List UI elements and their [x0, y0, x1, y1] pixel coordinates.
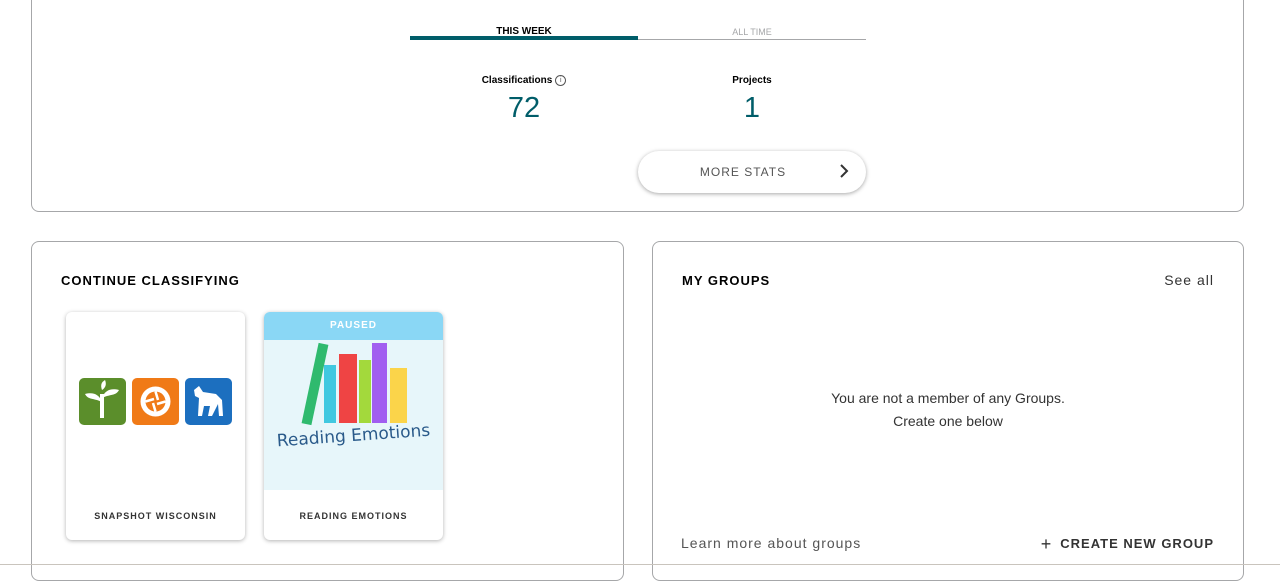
- see-all-link[interactable]: See all: [1164, 272, 1214, 288]
- classifications-label: Classifications: [481, 75, 553, 87]
- project-card-reading-emotions[interactable]: PAUSED Reading Emotions READING EMOTIONS: [264, 312, 443, 540]
- my-groups-title: MY GROUPS: [682, 273, 771, 288]
- tab-all-time-label: ALL TIME: [732, 27, 772, 37]
- projects-label: Projects: [732, 75, 772, 86]
- learn-more-groups-link[interactable]: Learn more about groups: [681, 535, 861, 551]
- books-logo: [301, 342, 407, 426]
- camera-shutter-icon: [132, 378, 179, 425]
- my-groups-card: MY GROUPS See all You are not a member o…: [652, 241, 1244, 581]
- empty-groups-message: You are not a member of any Groups. Crea…: [653, 387, 1243, 433]
- chevron-right-icon: [840, 164, 849, 178]
- snapshot-wisconsin-logo: [79, 378, 232, 425]
- classifications-stat: Classifications i 72: [410, 75, 638, 126]
- sprout-icon: [79, 378, 126, 425]
- active-tab-indicator: [410, 36, 638, 40]
- plus-icon: +: [1040, 534, 1053, 554]
- create-new-group-label: CREATE NEW GROUP: [1060, 536, 1214, 551]
- more-stats-label: MORE STATS: [699, 165, 787, 179]
- projects-stat: Projects 1: [638, 75, 866, 126]
- more-stats-button[interactable]: MORE STATS: [638, 151, 866, 193]
- tab-all-time[interactable]: ALL TIME: [638, 5, 866, 38]
- stats-card: THIS WEEK ALL TIME Classifications i 72 P…: [31, 0, 1244, 212]
- create-new-group-button[interactable]: + CREATE NEW GROUP: [1041, 534, 1214, 555]
- continue-classifying-title: CONTINUE CLASSIFYING: [61, 273, 240, 288]
- empty-groups-line1: You are not a member of any Groups.: [831, 390, 1065, 406]
- tab-this-week[interactable]: THIS WEEK: [410, 5, 638, 40]
- classifications-value: 72: [507, 92, 541, 125]
- project-name: READING EMOTIONS: [299, 511, 408, 521]
- project-card-snapshot-wisconsin[interactable]: SNAPSHOT WISCONSIN: [66, 312, 245, 540]
- empty-groups-line2: Create one below: [893, 413, 1003, 429]
- continue-classifying-card: CONTINUE CLASSIFYING SNAPSHOT WISCONSIN …: [31, 241, 624, 581]
- projects-value: 1: [743, 92, 761, 124]
- stats-tabs: THIS WEEK ALL TIME: [410, 5, 866, 40]
- reading-emotions-artwork: Reading Emotions: [264, 340, 443, 490]
- project-name: SNAPSHOT WISCONSIN: [94, 511, 217, 521]
- paused-badge: PAUSED: [264, 312, 443, 340]
- deer-icon: [185, 378, 232, 425]
- info-icon[interactable]: i: [555, 75, 567, 86]
